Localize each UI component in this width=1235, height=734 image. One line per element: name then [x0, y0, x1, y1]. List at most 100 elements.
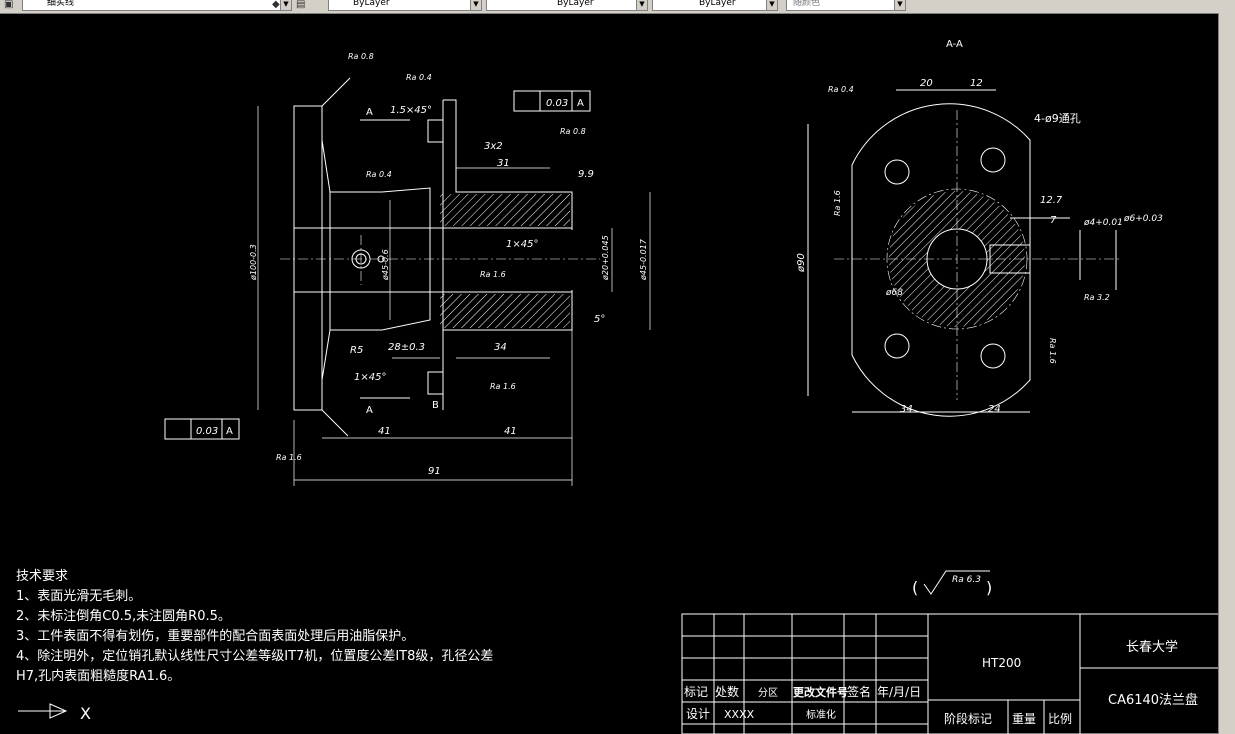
title-block-text: HT200 长春大学 CA6140法兰盘 阶段标记 重量 比例 标记 处数 分区…	[684, 639, 1198, 726]
plotstyle-value: 随颜色	[793, 0, 821, 8]
layer-value: 细实线	[47, 0, 75, 8]
dim-label: ø45-0.017	[639, 238, 648, 281]
tolerance-value: 0.03	[196, 426, 218, 437]
header-date: 年/月/日	[877, 685, 921, 699]
row-design: 设计	[686, 707, 710, 721]
dim-label: 1.5×45°	[390, 105, 432, 116]
plotstyle-dropdown[interactable]: 随颜色 ▼	[786, 0, 906, 11]
roughness-label: Ra 0.4	[828, 85, 854, 94]
roughness-label: Ra 1.6	[480, 270, 506, 279]
linetype-value: ByLayer	[557, 0, 594, 8]
header-mark: 标记	[684, 685, 708, 699]
dim-label: 4-ø9通孔	[1034, 112, 1081, 125]
dim-label: ø68	[885, 288, 903, 298]
dim-label: 28±0.3	[388, 342, 425, 353]
linetype-dropdown[interactable]: ByLayer ▼	[486, 0, 648, 11]
weight-label: 重量	[1012, 712, 1036, 726]
roughness-label: Ra 0.8	[560, 127, 586, 136]
chevron-down-icon[interactable]: ▼	[894, 0, 905, 10]
dim-label: 91	[428, 466, 441, 477]
ucs-arrow-icon	[18, 703, 68, 719]
tech-line: 4、除注明外，定位销孔默认线性尺寸公差等级IT7机，位置度公差IT8级，孔径公差	[16, 649, 494, 664]
dim-label: ø20+0.045	[601, 235, 610, 281]
general-roughness: Ra 6.3	[952, 575, 981, 585]
side-view	[807, 89, 1117, 417]
roughness-label: Ra 3.2	[1084, 293, 1110, 302]
header-sign: 签名	[847, 684, 871, 699]
ucs-x-label: X	[80, 704, 91, 723]
dim-label: 1×45°	[506, 239, 538, 250]
dim-label: 12	[970, 78, 983, 89]
tech-line: 1、表面光滑无毛刺。	[16, 589, 142, 604]
dim-label: ø100-0.3	[249, 244, 258, 281]
hatch-bottom	[440, 294, 570, 328]
tolerance-datum: A	[577, 98, 584, 109]
dim-label: 3x2	[484, 141, 503, 152]
roughness-label: Ra 1.6	[1048, 338, 1057, 364]
roughness-label: Ra 1.6	[490, 382, 516, 391]
chevron-down-icon[interactable]: ▼	[280, 0, 291, 10]
lineweight-dropdown[interactable]: ByLayer ▼	[652, 0, 778, 11]
tech-requirements: 技术要求 1、表面光滑无毛刺。 2、未标注倒角C0.5,未注圆角R0.5。 3、…	[16, 567, 493, 687]
row-design-name: XXXX	[724, 708, 755, 721]
chevron-down-icon[interactable]: ▼	[470, 0, 481, 10]
tech-line: 2、未标注倒角C0.5,未注圆角R0.5。	[16, 609, 231, 624]
layer-manager-icon[interactable]: ▣	[4, 0, 13, 10]
roughness-label: Ra 1.6	[276, 453, 302, 462]
dim-label: R5	[350, 345, 363, 356]
tech-title: 技术要求	[16, 569, 69, 584]
dim-label: ø45-0.6	[381, 249, 390, 281]
dim-label: 1×45°	[354, 372, 386, 383]
roughness-label: Ra 0.4	[406, 73, 432, 82]
paren-close: )	[986, 578, 992, 597]
roughness-label: Ra 1.6	[833, 190, 842, 216]
dim-label: ø6+0.03	[1123, 214, 1163, 224]
dim-label: 34	[900, 404, 913, 415]
front-labels: Ra 0.8 Ra 0.4 Ra 0.4 Ra 0.8 Ra 1.6 Ra 1.…	[249, 52, 648, 477]
chevron-down-icon[interactable]: ▼	[766, 0, 777, 10]
section-title: A-A	[946, 39, 963, 50]
color-value: ByLayer	[353, 0, 390, 8]
dim-label: 24	[988, 404, 1001, 415]
dim-label: 9.9	[578, 169, 594, 180]
properties-toolbar: ▣ 细实线 ▼ ◆ ▤ ByLayer ▼ ByLayer ▼ ByLayer …	[0, 0, 1235, 14]
dim-label: 31	[497, 158, 510, 169]
tolerance-datum: A	[226, 426, 233, 437]
header-zone: 分区	[758, 687, 778, 699]
layer-previous-icon[interactable]: ◆	[272, 0, 280, 10]
dim-label: 12.7	[1040, 195, 1063, 206]
section-label: A	[366, 405, 373, 416]
row-standard: 标准化	[806, 708, 836, 721]
tech-line: H7,孔内表面粗糙度RA1.6。	[16, 669, 181, 684]
dim-label: 41	[378, 426, 391, 437]
hatch-top	[440, 194, 570, 226]
university-label: 长春大学	[1126, 639, 1178, 655]
header-count: 处数	[715, 684, 739, 699]
tech-line: 3、工件表面不得有划伤，重要部件的配合面表面处理后用油脂保护。	[16, 629, 415, 644]
front-view	[293, 77, 573, 437]
dim-label: 20	[920, 78, 933, 89]
chevron-down-icon[interactable]: ▼	[636, 0, 647, 10]
color-dropdown[interactable]: ByLayer ▼	[328, 0, 482, 11]
roughness-label: Ra 0.4	[366, 170, 392, 179]
scrollbar-area[interactable]	[1218, 13, 1235, 734]
header-docno: 更改文件号	[793, 685, 848, 699]
layer-dropdown[interactable]: 细实线 ▼	[22, 0, 292, 11]
dim-label: ø90	[796, 253, 807, 273]
dim-label: 34	[494, 342, 507, 353]
dim-label: 7	[1050, 215, 1057, 226]
flange-body	[293, 105, 323, 411]
tolerance-value: 0.03	[546, 98, 568, 109]
lineweight-value: ByLayer	[699, 0, 736, 8]
paren-open: (	[912, 578, 918, 597]
datum-label: B	[432, 400, 439, 411]
roughness-label: Ra 0.8	[348, 52, 374, 61]
section-label: A	[366, 107, 373, 118]
stage-label: 阶段标记	[944, 711, 992, 726]
dim-label: 41	[504, 426, 517, 437]
material-label: HT200	[982, 656, 1021, 670]
layer-state-icon[interactable]: ▤	[296, 0, 305, 10]
dim-label: ø4+0.01	[1083, 218, 1123, 228]
dim-label: 5°	[594, 314, 605, 325]
scale-label: 比例	[1048, 712, 1072, 726]
